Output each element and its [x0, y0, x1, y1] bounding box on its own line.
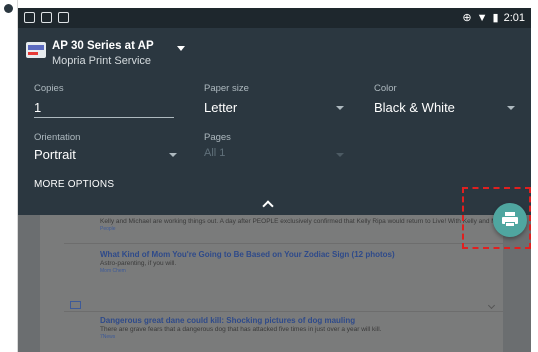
preview-page: Kelly and Michael are working things out… [40, 215, 503, 352]
print-dialog: ⊕ ▼ ▮ 2:01 AP 30 Series at AP Mopria Pri… [18, 8, 531, 352]
chevron-down-icon[interactable] [507, 106, 515, 110]
printer-name: AP 30 Series at AP [52, 40, 154, 52]
notification-icon [24, 12, 35, 23]
paper-size-select[interactable]: Letter [204, 100, 237, 115]
printer-selector[interactable]: AP 30 Series at AP Mopria Print Service [18, 28, 531, 74]
chevron-down-icon[interactable] [336, 106, 344, 110]
print-icon [505, 212, 515, 216]
print-button[interactable] [493, 203, 527, 237]
list-item: Dangerous great dane could kill: Shockin… [100, 316, 495, 340]
copies-input[interactable]: 1 [34, 100, 41, 115]
list-item: What Kind of Mom You're Going to Be Base… [100, 250, 495, 274]
chevron-down-icon[interactable] [169, 153, 177, 157]
article-body: Astro-parenting, if you will. [100, 260, 177, 267]
printer-logo-icon [26, 42, 46, 58]
left-margin [0, 0, 18, 352]
divider [64, 311, 503, 312]
pages-label: Pages [204, 132, 231, 143]
wifi-icon: ▼ [476, 11, 488, 24]
color-label: Color [374, 83, 397, 94]
status-bar: ⊕ ▼ ▮ 2:01 [18, 8, 531, 28]
chevron-down-icon[interactable] [177, 46, 185, 51]
chevron-down-icon [336, 153, 344, 157]
paper-size-label: Paper size [204, 83, 249, 94]
battery-icon: ▮ [492, 12, 499, 24]
list-item: Kelly and Michael are working things out… [100, 217, 495, 232]
pages-select: All 1 [204, 147, 226, 159]
sync-icon: ⊕ [462, 12, 472, 24]
print-icon-tray [505, 222, 515, 227]
copies-label: Copies [34, 83, 64, 94]
article-title: What Kind of Mom You're Going to Be Base… [100, 250, 395, 259]
article-body: There are grave fears that a dangerous d… [100, 326, 382, 333]
orientation-select[interactable]: Portrait [34, 147, 76, 162]
clock: 2:01 [503, 11, 525, 24]
divider [64, 243, 503, 244]
orientation-label: Orientation [34, 132, 81, 143]
print-preview: Kelly and Michael are working things out… [18, 215, 531, 352]
mail-icon [70, 301, 81, 309]
notification-icon [58, 12, 69, 23]
copies-underline [34, 117, 174, 118]
more-options-button[interactable]: MORE OPTIONS [34, 179, 114, 190]
chevron-up-icon[interactable] [262, 200, 274, 212]
color-select[interactable]: Black & White [374, 100, 455, 115]
article-source: Mom Chem [100, 268, 126, 274]
notification-icon [41, 12, 52, 23]
chevron-down-icon [487, 301, 496, 310]
article-body: Kelly and Michael are working things out… [100, 218, 495, 225]
article-source: People [100, 226, 116, 232]
article-source: 7News [100, 334, 116, 340]
article-title: Dangerous great dane could kill: Shockin… [100, 316, 356, 325]
margin-marker [4, 4, 13, 13]
printer-service: Mopria Print Service [52, 55, 152, 67]
